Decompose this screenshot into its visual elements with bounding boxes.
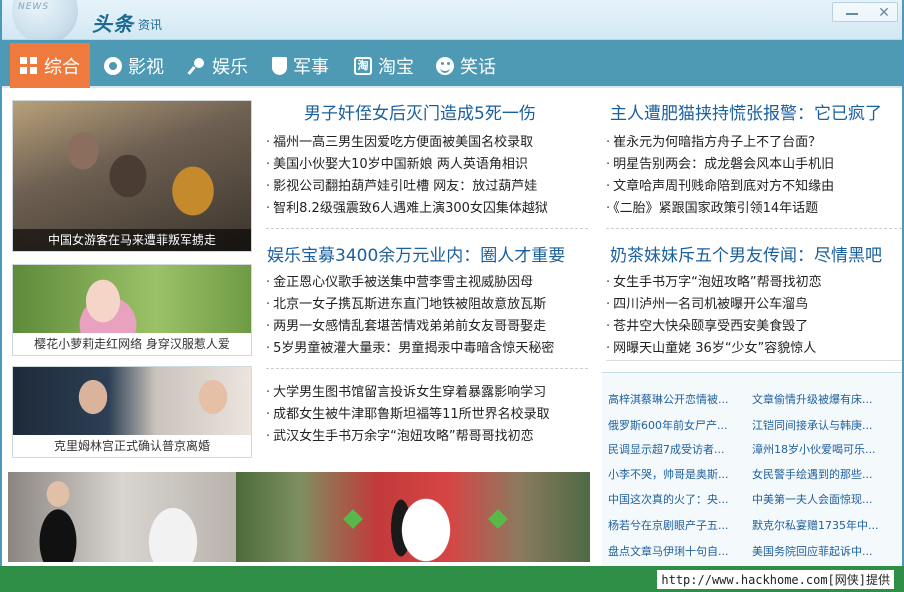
news-list-5: 女生手书万字“泡妞攻略”帮哥找初恋 四川泸州一名司机被曝开公车溜鸟 苍井空大快朵…	[606, 272, 822, 360]
tab-label: 军事	[293, 56, 329, 78]
news-photo	[13, 265, 251, 333]
link-item[interactable]: 中美第一夫人会面惊现...	[752, 491, 873, 507]
link-item[interactable]: 中国这次真的火了：央...	[608, 491, 729, 507]
grid-icon	[20, 56, 38, 75]
news-item[interactable]: 福州一高三男生因爱吃方便面被美国名校录取	[266, 132, 548, 154]
smiley-icon	[436, 56, 454, 75]
news-item[interactable]: 影视公司翻拍葫芦娃引吐槽 网友：放过葫芦娃	[266, 176, 548, 198]
news-item[interactable]: 两男一女感情乱套堪苦情戏弟弟前女友哥哥娶走	[266, 316, 554, 338]
divider	[606, 360, 902, 361]
divider	[606, 228, 902, 229]
wedding-banner[interactable]	[8, 472, 590, 562]
news-item[interactable]: 网曝天山童姥 36岁“少女”容貌惊人	[606, 338, 822, 360]
app-window: NEWS 头条 资讯 ✕ 综合 影视 娱乐 军事 淘 淘宝 笑话 中国女游客在马…	[0, 0, 904, 566]
banner-photo	[236, 472, 590, 562]
news-list-3: 大学男生图书馆留言投诉女生穿着暴露影响学习 成都女生被牛津耶鲁斯坦福等11所世界…	[266, 382, 550, 448]
photo-caption: 樱花小萝莉走红网络 身穿汉服惹人爱	[13, 333, 251, 355]
tab-taobao[interactable]: 淘 淘宝	[344, 43, 424, 88]
news-item[interactable]: 女生手书万字“泡妞攻略”帮哥找初恋	[606, 272, 821, 294]
tab-yule[interactable]: 娱乐	[178, 43, 258, 88]
headline-link[interactable]: 男子奸侄女后灭门造成5死一伤	[304, 99, 536, 124]
news-item[interactable]: 文章哈声周刊贱命陪到底对方不知缘由	[606, 176, 834, 198]
headline-link[interactable]: 主人遭肥猫挟持慌张报警：它已疯了	[610, 99, 882, 124]
link-item[interactable]: 俄罗斯600年前女尸产...	[608, 417, 728, 433]
link-item[interactable]: 漳州18岁小伙爱喝可乐...	[752, 441, 876, 457]
shield-icon	[272, 56, 287, 75]
tab-label: 综合	[44, 56, 80, 78]
app-logo: 头条	[92, 12, 134, 36]
news-list-4: 崔永元为何暗指方舟子上不了台面？ 明星告别两会：成龙磐会风本山手机旧 文章哈声周…	[606, 132, 834, 220]
link-item[interactable]: 女民警手绘遇到的那些...	[752, 466, 873, 482]
news-item[interactable]: 北京一女子携瓦斯进东直门地铁被阻故意放瓦斯	[266, 294, 554, 316]
tab-zonghe[interactable]: 综合	[10, 43, 90, 88]
news-item[interactable]: 智利8.2级强震致6人遇难上演300女囚集体越狱	[266, 198, 548, 220]
status-bar: http://www.hackhome.com[网侠]提供	[0, 566, 904, 592]
close-button[interactable]: ✕	[872, 4, 896, 22]
divider	[266, 228, 588, 229]
news-item[interactable]: 5岁男童被灌大量汞：男童揭汞中毒暗含惊天秘密	[266, 338, 554, 360]
photo-card-3[interactable]: 克里姆林宫正式确认普京离婚	[12, 366, 252, 458]
title-bar[interactable]: NEWS 头条 资讯 ✕	[2, 0, 902, 40]
news-item[interactable]: 金正恩心仪歌手被送集中营李雪主视威胁因母	[266, 272, 554, 294]
news-item[interactable]: 美国小伙娶大10岁中国新娘 两人英语角相识	[266, 154, 548, 176]
microphone-icon	[188, 57, 206, 75]
film-reel-icon	[104, 56, 122, 75]
globe-logo: NEWS	[6, 0, 84, 40]
news-item[interactable]: 武汉女生手书万余字“泡妞攻略”帮哥哥找初恋	[266, 426, 550, 448]
link-item[interactable]: 杨若兮在京剧眼产子五...	[608, 517, 729, 533]
link-item[interactable]: 民调显示超7成受访者...	[608, 441, 725, 457]
tab-label: 淘宝	[378, 56, 414, 78]
news-item[interactable]: 成都女生被牛津耶鲁斯坦福等11所世界名校录取	[266, 404, 550, 426]
headline-link[interactable]: 奶茶妹妹斥五个男友传闻：尽情黑吧	[610, 241, 882, 266]
headline-link[interactable]: 娱乐宝募3400余万元业内：圈人才重要	[267, 241, 565, 266]
link-item[interactable]: 文章偷情升级被爆有床...	[752, 391, 873, 407]
photo-caption: 中国女游客在马来遭菲叛军掳走	[13, 229, 251, 251]
photo-card-2[interactable]: 樱花小萝莉走红网络 身穿汉服惹人爱	[12, 264, 252, 356]
link-item[interactable]: 默克尔私宴赠1735年中...	[752, 517, 878, 533]
news-item[interactable]: 明星告别两会：成龙磐会风本山手机旧	[606, 154, 834, 176]
tab-label: 娱乐	[212, 56, 248, 78]
news-item[interactable]: 《二胎》紧跟国家政策引领14年话题	[606, 198, 834, 220]
news-item[interactable]: 四川泸州一名司机被曝开公车溜鸟	[606, 294, 822, 316]
divider	[266, 368, 588, 369]
app-subtitle: 资讯	[138, 18, 163, 32]
news-item[interactable]: 大学男生图书馆留言投诉女生穿着暴露影响学习	[266, 382, 550, 404]
news-item[interactable]: 崔永元为何暗指方舟子上不了台面？	[606, 132, 834, 154]
globe-text: NEWS	[18, 2, 50, 12]
news-item[interactable]: 苍井空大快朵颐享受西安美食毁了	[606, 316, 822, 338]
news-list-2: 金正恩心仪歌手被送集中营李雪主视威胁因母 北京一女子携瓦斯进东直门地铁被阻故意放…	[266, 272, 554, 360]
status-text: http://www.hackhome.com[网侠]提供	[657, 570, 894, 589]
tab-label: 影视	[128, 56, 164, 78]
link-item[interactable]: 小李不哭，帅哥是奥斯...	[608, 466, 729, 482]
link-panel: 高梓淇蔡琳公开恋情被... 文章偷情升级被爆有床... 俄罗斯600年前女尸产.…	[602, 372, 902, 566]
tab-xiaohua[interactable]: 笑话	[426, 43, 506, 88]
news-photo	[13, 367, 251, 435]
link-item[interactable]: 盘点文章马伊琍十句自...	[608, 543, 729, 559]
link-item[interactable]: 高梓淇蔡琳公开恋情被...	[608, 391, 729, 407]
news-list-1: 福州一高三男生因爱吃方便面被美国名校录取 美国小伙娶大10岁中国新娘 两人英语角…	[266, 132, 548, 220]
tab-junshi[interactable]: 军事	[262, 43, 339, 88]
photo-caption: 克里姆林宫正式确认普京离婚	[13, 435, 251, 457]
taobao-icon: 淘	[354, 56, 372, 75]
link-item[interactable]: 美国务院回应菲起诉中...	[752, 543, 873, 559]
tab-yingshi[interactable]: 影视	[94, 43, 174, 88]
photo-card-1[interactable]: 中国女游客在马来遭菲叛军掳走	[12, 100, 252, 252]
tab-label: 笑话	[460, 56, 496, 78]
minimize-button[interactable]	[840, 4, 864, 22]
banner-photo	[8, 472, 236, 562]
link-item[interactable]: 江铠同间接承认与韩庚...	[752, 417, 873, 433]
nav-bar: 综合 影视 娱乐 军事 淘 淘宝 笑话	[2, 40, 902, 88]
